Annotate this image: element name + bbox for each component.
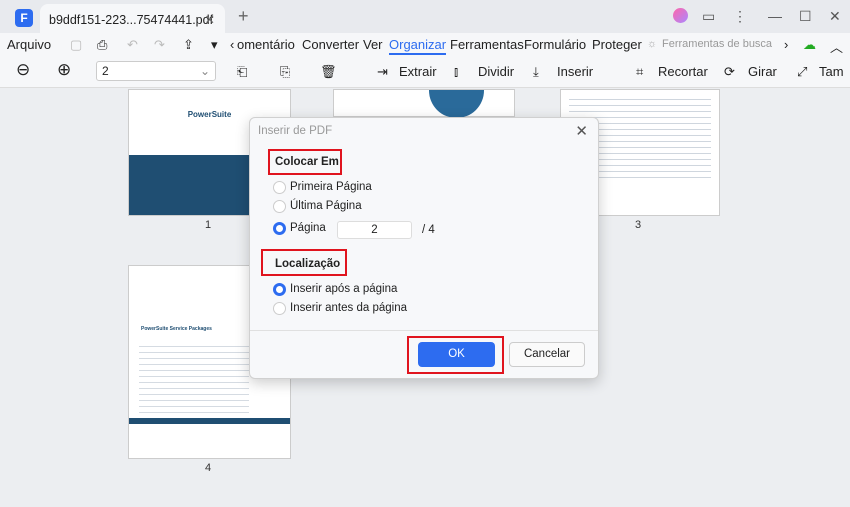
crop-button[interactable]: Recortar bbox=[658, 64, 708, 79]
search-tools[interactable]: Ferramentas de busca bbox=[662, 38, 772, 50]
page-label-1: 1 bbox=[205, 219, 212, 231]
dropdown-icon[interactable]: ▾ bbox=[211, 37, 218, 53]
undo-icon[interactable]: ↶ bbox=[127, 37, 138, 53]
rotate-icon[interactable]: ⟳ bbox=[724, 64, 735, 80]
page-4-title: PowerSuite Service Packages bbox=[141, 326, 212, 332]
menu-bar: Arquivo ▢ ⎙ ↶ ↷ ⇪ ▾ ‹ omentário Converte… bbox=[0, 33, 850, 57]
menu-comment[interactable]: omentário bbox=[237, 37, 295, 52]
collapse-icon[interactable]: ︿ bbox=[830, 37, 843, 56]
share-icon[interactable]: ⇪ bbox=[183, 37, 194, 53]
label-page[interactable]: Página bbox=[290, 222, 326, 234]
more-icon[interactable]: ⋮ bbox=[733, 8, 747, 25]
page-4-table bbox=[139, 341, 249, 416]
bulb-icon: ☼ bbox=[647, 38, 658, 50]
minimize-icon[interactable]: — bbox=[768, 8, 782, 24]
close-dialog-icon[interactable]: ✕ bbox=[575, 122, 588, 140]
radio-page[interactable] bbox=[273, 222, 286, 235]
extract-icon[interactable]: ⇥ bbox=[377, 64, 388, 80]
delete-icon[interactable]: 🗑 bbox=[320, 64, 337, 80]
zoom-in-icon[interactable]: ⊕ bbox=[57, 60, 71, 80]
close-window-icon[interactable]: ✕ bbox=[829, 8, 841, 25]
dialog-title: Inserir de PDF bbox=[258, 125, 333, 137]
resize-icon[interactable]: ⤢ bbox=[797, 64, 807, 80]
page-number-input[interactable]: 2 bbox=[337, 221, 412, 239]
page-label-3: 3 bbox=[635, 219, 642, 231]
label-last-page[interactable]: Última Página bbox=[290, 200, 362, 212]
menu-organize[interactable]: Organizar bbox=[389, 37, 447, 55]
insert-from-pdf-dialog: Inserir de PDF ✕ Colocar Em Primeira Pág… bbox=[249, 117, 599, 379]
menu-view[interactable]: Ver bbox=[363, 37, 383, 52]
tab-title: b9ddf151-223...75474441.pdf bbox=[49, 13, 214, 27]
cloud-icon[interactable]: ☁ bbox=[803, 37, 816, 53]
cancel-button[interactable]: Cancelar bbox=[509, 342, 585, 367]
maximize-icon[interactable]: ☐ bbox=[799, 8, 812, 25]
page-label-4: 4 bbox=[205, 462, 212, 474]
label-insert-before[interactable]: Inserir antes da página bbox=[290, 302, 407, 314]
page-thumbnail-2[interactable] bbox=[333, 89, 515, 118]
feedback-icon[interactable]: ▭ bbox=[702, 8, 715, 25]
document-tab[interactable]: b9ddf151-223...75474441.pdf ✕ bbox=[40, 4, 225, 33]
rotate-left-page-icon[interactable]: ⎗ bbox=[237, 64, 247, 80]
menu-form[interactable]: Formulário bbox=[524, 37, 586, 52]
ok-button[interactable]: OK bbox=[418, 342, 495, 367]
scroll-right-icon[interactable]: › bbox=[784, 37, 788, 52]
menu-file[interactable]: Arquivo bbox=[7, 37, 51, 52]
zoom-out-icon[interactable]: ⊖ bbox=[16, 60, 30, 80]
redo-icon[interactable]: ↷ bbox=[154, 37, 165, 53]
radio-insert-after[interactable] bbox=[273, 283, 286, 296]
crop-icon[interactable]: ⌗ bbox=[636, 64, 643, 80]
dialog-divider bbox=[250, 330, 598, 331]
radio-insert-before[interactable] bbox=[273, 302, 286, 315]
page-total: / 4 bbox=[422, 224, 435, 236]
new-tab-icon[interactable]: + bbox=[238, 6, 249, 27]
split-button[interactable]: Dividir bbox=[478, 64, 514, 79]
app-logo-icon: F bbox=[15, 9, 33, 27]
close-tab-icon[interactable]: ✕ bbox=[205, 12, 215, 27]
size-button[interactable]: Tam bbox=[819, 64, 844, 79]
scroll-left-icon[interactable]: ‹ bbox=[230, 37, 234, 52]
page-4-band bbox=[129, 418, 290, 424]
page-select-value: 2 bbox=[102, 64, 109, 78]
radio-last-page[interactable] bbox=[273, 200, 286, 213]
label-insert-after[interactable]: Inserir após a página bbox=[290, 283, 397, 295]
title-bar: F b9ddf151-223...75474441.pdf ✕ + ▭ ⋮ — ☐… bbox=[0, 0, 850, 33]
chevron-down-icon: ⌄ bbox=[199, 64, 210, 78]
print-icon[interactable]: ⎙ bbox=[97, 37, 107, 53]
avatar[interactable] bbox=[673, 8, 688, 23]
rotate-button[interactable]: Girar bbox=[748, 64, 777, 79]
menu-convert[interactable]: Converter bbox=[302, 37, 359, 52]
split-icon[interactable]: ⫾ bbox=[454, 64, 458, 80]
section-location-label: Localização bbox=[275, 258, 341, 270]
extract-button[interactable]: Extrair bbox=[399, 64, 437, 79]
page-2-graphic bbox=[429, 90, 484, 118]
rotate-right-page-icon[interactable]: ⎘ bbox=[280, 64, 290, 80]
insert-button[interactable]: Inserir bbox=[557, 64, 593, 79]
page-select[interactable]: 2 ⌄ bbox=[96, 61, 216, 81]
menu-protect[interactable]: Proteger bbox=[592, 37, 642, 52]
radio-first-page[interactable] bbox=[273, 181, 286, 194]
section-place-label: Colocar Em bbox=[275, 156, 339, 168]
insert-icon[interactable]: ⤓ bbox=[533, 64, 539, 80]
label-first-page[interactable]: Primeira Página bbox=[290, 181, 372, 193]
save-icon[interactable]: ▢ bbox=[70, 37, 82, 53]
menu-tools[interactable]: Ferramentas bbox=[450, 37, 524, 52]
